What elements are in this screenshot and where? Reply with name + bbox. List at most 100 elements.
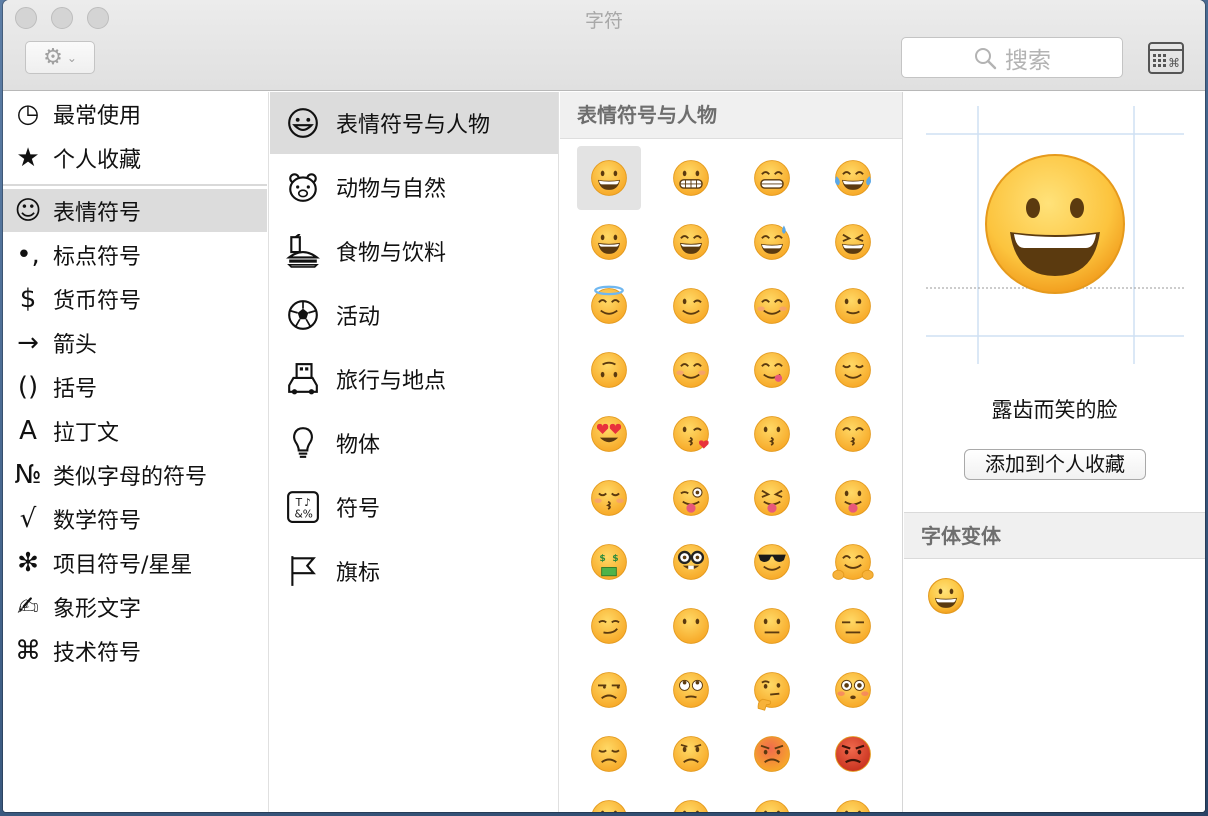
- subcategory-sidebar: 表情符号与人物动物与自然食物与饮料 活动旅行与地点物体 T ♪ &% 符号 旗标: [270, 92, 559, 812]
- smiling-face-tightly-closed-eyes-icon[interactable]: [821, 210, 885, 274]
- face-with-rolling-eyes-icon[interactable]: [659, 658, 723, 722]
- sidebar-item-star[interactable]: ★ 个人收藏: [3, 136, 267, 179]
- sidebar-item-numero[interactable]: № 类似字母的符号: [3, 453, 267, 496]
- lightbulb-icon: [270, 426, 336, 460]
- punctuation-icon: •,: [16, 239, 40, 270]
- sidebar-item-sqrt[interactable]: √ 数学符号: [3, 497, 267, 540]
- sidebar-item-latin[interactable]: A 拉丁文: [3, 409, 267, 452]
- sidebar-item-command[interactable]: ⌘ 技术符号: [3, 629, 267, 672]
- sidebar-item-asterisk[interactable]: ✻ 项目符号/星星: [3, 541, 267, 584]
- sidebar-item-label: 拉丁文: [53, 420, 120, 446]
- font-variant-grinning-face[interactable]: [924, 574, 968, 618]
- sidebar-item-arrow[interactable]: → 箭头: [3, 321, 267, 364]
- action-menu-button[interactable]: ⚙ ⌄: [25, 41, 95, 74]
- sidebar-item-punctuation[interactable]: •, 标点符号: [3, 233, 267, 276]
- smiling-face-with-halo-icon[interactable]: [577, 274, 641, 338]
- sidebar-item-label: 表情符号: [53, 200, 142, 226]
- chevron-down-icon: ⌄: [66, 50, 77, 65]
- disappointed-face-icon[interactable]: [577, 722, 641, 786]
- smirking-face-icon[interactable]: [577, 594, 641, 658]
- subcategory-item-burger-drink[interactable]: 食物与饮料: [270, 220, 558, 282]
- stuck-out-tongue-closed-eyes-icon[interactable]: [740, 466, 804, 530]
- numero-icon: №: [14, 459, 42, 490]
- relieved-face-icon[interactable]: [821, 338, 885, 402]
- sidebar-item-clock[interactable]: ◷ 最常使用: [3, 92, 267, 135]
- angry-face-icon[interactable]: [740, 722, 804, 786]
- sidebar-divider: [3, 184, 267, 186]
- thinking-face-icon[interactable]: [740, 658, 804, 722]
- face-with-stuck-out-tongue-icon[interactable]: [821, 466, 885, 530]
- sidebar-item-dollar[interactable]: $ 货币符号: [3, 277, 267, 320]
- face-savouring-food-icon[interactable]: [740, 338, 804, 402]
- subcategory-label: 旅行与地点: [336, 369, 447, 394]
- subcategory-item-bear[interactable]: 动物与自然: [270, 156, 558, 218]
- upside-down-face-icon[interactable]: [577, 338, 641, 402]
- flushed-face-icon[interactable]: [821, 658, 885, 722]
- smiling-face-open-mouth-smiling-eyes-icon[interactable]: [659, 210, 723, 274]
- subcategory-item-lightbulb[interactable]: 物体: [270, 412, 558, 474]
- partial-face-3-icon[interactable]: [740, 786, 804, 812]
- kissing-face-closed-eyes-icon[interactable]: [577, 466, 641, 530]
- writing-hand-icon: ✍: [17, 591, 39, 622]
- subcategory-item-symbols[interactable]: T ♪ &% 符号: [270, 476, 558, 538]
- sidebar-item-label: 技术符号: [53, 640, 142, 666]
- grinning-face-icon[interactable]: [577, 146, 641, 210]
- partial-face-1-icon[interactable]: [577, 786, 641, 812]
- sidebar-item-label: 数学符号: [53, 508, 142, 534]
- dollar-icon: $: [19, 283, 37, 314]
- command-icon: ⌘: [15, 635, 41, 666]
- sidebar-item-label: 标点符号: [53, 244, 142, 270]
- toolbar: 字符 ⚙ ⌄ 搜索 ⌘: [3, 0, 1205, 91]
- smiling-face-smiling-eyes-icon[interactable]: [740, 274, 804, 338]
- search-field[interactable]: 搜索: [901, 37, 1123, 78]
- neutral-face-icon[interactable]: [740, 594, 804, 658]
- slightly-smiling-face-icon[interactable]: [821, 274, 885, 338]
- kissing-face-smiling-eyes-icon[interactable]: [821, 402, 885, 466]
- grimacing-face-icon[interactable]: [659, 146, 723, 210]
- kissing-face-icon[interactable]: [740, 402, 804, 466]
- subcategory-label: 动物与自然: [336, 177, 447, 202]
- sidebar-item-label: 货币符号: [53, 288, 142, 314]
- heart-eyes-face-icon[interactable]: [577, 402, 641, 466]
- partial-face-4-icon[interactable]: [821, 786, 885, 812]
- winking-face-icon[interactable]: [659, 274, 723, 338]
- partial-face-2-icon[interactable]: [659, 786, 723, 812]
- smiling-face-open-mouth-icon[interactable]: [577, 210, 641, 274]
- worried-face-icon[interactable]: [659, 722, 723, 786]
- subcategory-item-car-building[interactable]: 旅行与地点: [270, 348, 558, 410]
- character-viewer-window: 字符 ⚙ ⌄ 搜索 ⌘ ◷ 最常使用 ★ 个人收藏 ☺ 表情符号 •, 标点符号 $ 货币符: [3, 0, 1205, 812]
- svg-text:$: $: [599, 553, 605, 564]
- latin-icon: A: [19, 415, 37, 446]
- search-placeholder: 搜索: [1005, 47, 1051, 74]
- grid-section-header: 表情符号与人物: [560, 92, 902, 139]
- window-title: 字符: [584, 10, 623, 32]
- pouting-face-icon[interactable]: [821, 722, 885, 786]
- unamused-face-icon[interactable]: [577, 658, 641, 722]
- face-without-mouth-icon[interactable]: [659, 594, 723, 658]
- add-to-favorites-button[interactable]: 添加到个人收藏: [964, 449, 1146, 480]
- smiling-face-open-mouth-cold-sweat-icon[interactable]: [740, 210, 804, 274]
- subcategory-item-flag[interactable]: 旗标: [270, 540, 558, 602]
- font-variants-header: 字体变体: [904, 512, 1205, 559]
- expressionless-face-icon[interactable]: [821, 594, 885, 658]
- money-mouth-face-icon[interactable]: $ $: [577, 530, 641, 594]
- sidebar-item-writing-hand[interactable]: ✍ 象形文字: [3, 585, 267, 628]
- sidebar-item-label: 箭头: [53, 332, 98, 358]
- face-with-tears-of-joy-icon[interactable]: [821, 146, 885, 210]
- nerd-face-icon[interactable]: [659, 530, 723, 594]
- parentheses-icon: (): [17, 371, 39, 402]
- face-throwing-kiss-icon[interactable]: [659, 402, 723, 466]
- hugging-face-icon[interactable]: [821, 530, 885, 594]
- keyboard-viewer-icon[interactable]: ⌘: [1148, 42, 1184, 74]
- search-icon: [975, 47, 997, 69]
- subcategory-item-soccer-ball[interactable]: 活动: [270, 284, 558, 346]
- sidebar-item-smiley[interactable]: ☺ 表情符号: [3, 189, 267, 232]
- subcategory-item-smiley-outline[interactable]: 表情符号与人物: [270, 92, 558, 154]
- sidebar-item-parentheses[interactable]: () 括号: [3, 365, 267, 408]
- svg-text:&%: &%: [295, 508, 313, 521]
- smiling-face-with-sunglasses-icon[interactable]: [740, 530, 804, 594]
- stuck-out-tongue-winking-eye-icon[interactable]: [659, 466, 723, 530]
- white-smiling-face-icon[interactable]: [659, 338, 723, 402]
- sidebar-item-label: 最常使用: [53, 103, 142, 129]
- grinning-face-smiling-eyes-icon[interactable]: [740, 146, 804, 210]
